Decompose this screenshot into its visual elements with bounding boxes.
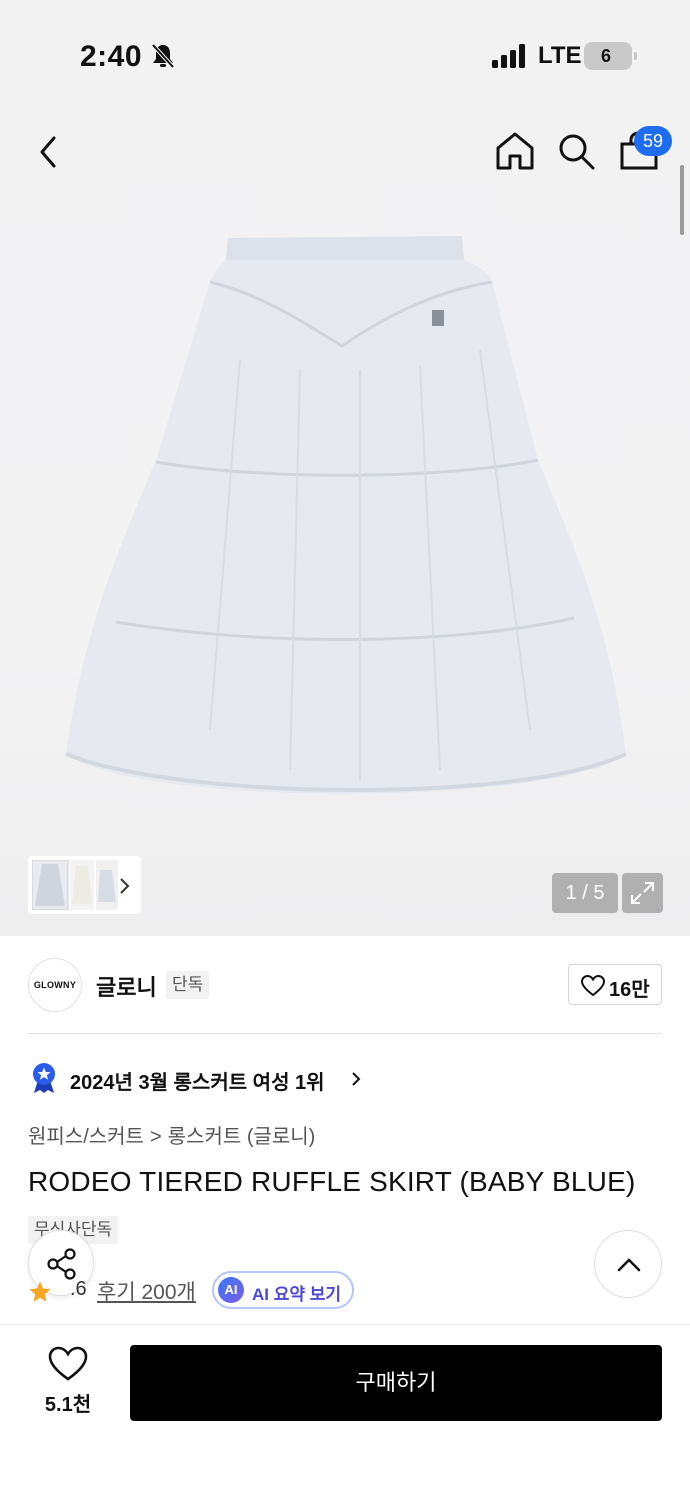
brand-logo[interactable]: GLOWNY bbox=[28, 958, 82, 1012]
breadcrumb-separator: > bbox=[149, 1126, 162, 1148]
battery-icon: 6 bbox=[584, 42, 637, 70]
star-icon bbox=[29, 1281, 51, 1302]
share-icon bbox=[47, 1248, 76, 1280]
heart-icon[interactable] bbox=[48, 1346, 88, 1382]
scroll-indicator bbox=[680, 165, 684, 235]
chevron-up-icon bbox=[617, 1258, 641, 1272]
status-bar: 2:40 LTE 6 bbox=[0, 0, 690, 110]
scroll-top-button[interactable] bbox=[594, 1230, 662, 1298]
breadcrumb: 원피스/스커트 > 롱스커트 (글로니) bbox=[28, 1120, 315, 1149]
bell-off-icon bbox=[151, 43, 175, 69]
reviews-link[interactable]: 후기 200개 bbox=[97, 1276, 196, 1306]
status-time: 2:40 bbox=[80, 40, 143, 73]
ranking-text[interactable]: 2024년 3월 롱스커트 여성 1위 bbox=[70, 1066, 325, 1095]
chevron-right-icon[interactable] bbox=[350, 1070, 362, 1088]
network-type: LTE bbox=[538, 42, 582, 69]
back-icon[interactable] bbox=[30, 130, 70, 174]
image-counter: 1 / 5 bbox=[552, 873, 618, 913]
brand-like-count: 16만 bbox=[609, 979, 650, 1001]
rating-value: .6 bbox=[70, 1278, 87, 1300]
product-image-area[interactable]: 2:40 LTE 6 59 1 / 5 bbox=[0, 0, 690, 936]
battery-level: 6 bbox=[600, 46, 611, 66]
expand-icon bbox=[631, 882, 654, 904]
brand-like-button[interactable]: 16만 bbox=[568, 964, 662, 1005]
search-icon[interactable] bbox=[556, 130, 596, 172]
breadcrumb-subcategory[interactable]: 롱스커트 (글로니) bbox=[168, 1126, 316, 1148]
buy-button[interactable]: 구매하기 bbox=[130, 1345, 662, 1421]
product-photo bbox=[65, 236, 627, 794]
like-count: 5.1천 bbox=[44, 1394, 92, 1416]
ai-summary-label: AI 요약 보기 bbox=[252, 1285, 342, 1304]
ranking-badge-icon[interactable] bbox=[30, 1062, 58, 1094]
ai-icon: AI bbox=[218, 1277, 244, 1303]
heart-icon bbox=[581, 975, 605, 997]
chevron-right-icon[interactable] bbox=[118, 876, 132, 896]
product-title: RODEO TIERED RUFFLE SKIRT (BABY BLUE) bbox=[28, 1166, 636, 1197]
signal-icon bbox=[492, 44, 525, 68]
cart-count-badge: 59 bbox=[634, 126, 672, 156]
exclusive-tag: 단독 bbox=[166, 971, 210, 999]
divider bbox=[28, 1033, 662, 1034]
expand-button[interactable] bbox=[622, 873, 663, 913]
breadcrumb-category[interactable]: 원피스/스커트 bbox=[28, 1126, 144, 1148]
thumbnail-images[interactable] bbox=[32, 860, 118, 910]
ai-summary-button[interactable]: AI AI 요약 보기 bbox=[212, 1271, 354, 1309]
home-icon[interactable] bbox=[494, 130, 536, 172]
brand-name[interactable]: 글로니 bbox=[96, 970, 157, 1002]
